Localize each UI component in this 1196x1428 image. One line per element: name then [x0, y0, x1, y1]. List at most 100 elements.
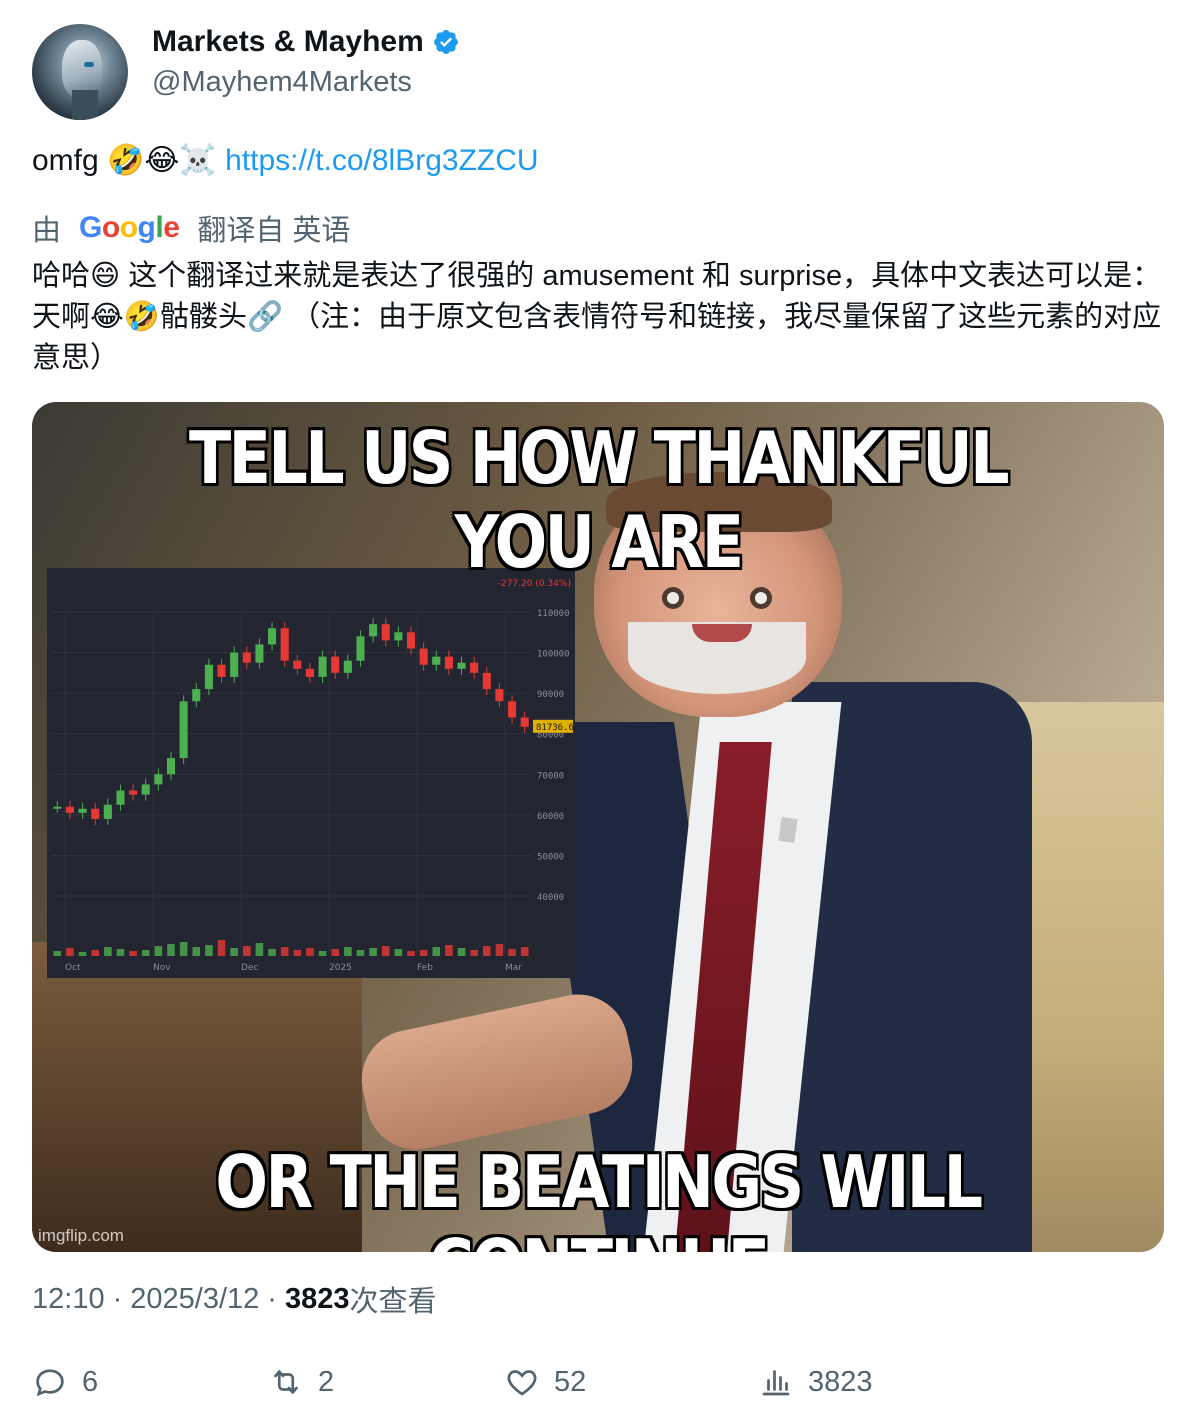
handle[interactable]: @Mayhem4Markets: [152, 66, 412, 99]
tweet-time[interactable]: 12:10: [32, 1283, 105, 1316]
volume-bar: [154, 946, 163, 956]
verified-badge-icon: [433, 30, 458, 54]
views-action-count: 3823: [808, 1365, 873, 1398]
watermark: imgflip.com: [38, 1226, 124, 1245]
tweet-body: omfg 🤣😂☠️: [32, 144, 217, 177]
volume-bar: [243, 946, 251, 956]
candle: [508, 701, 517, 718]
x-tick-label: Feb: [417, 963, 433, 973]
repost-icon: [274, 1370, 298, 1394]
translated-suffix: 翻译自 英语: [197, 215, 351, 247]
repost-count: 2: [318, 1365, 335, 1398]
tweet-link[interactable]: https://t.co/8lBrg3ZZCU: [225, 144, 538, 177]
action-bar: 6 2 52 3823: [32, 1360, 1162, 1404]
volume-bar: [78, 952, 87, 956]
candle: [116, 790, 125, 805]
volume-bar: [53, 951, 62, 956]
views-count: 3823: [284, 1282, 350, 1315]
reply-icon: [36, 1369, 64, 1397]
meme-top-text: TELL US HOW THANKFUL YOU ARE: [189, 416, 1010, 584]
volume-bar: [293, 950, 302, 956]
display-name[interactable]: Markets & Mayhem: [152, 25, 424, 59]
volume-bar: [508, 949, 516, 956]
candle: [394, 632, 403, 641]
candle: [305, 668, 314, 677]
translation-text: 哈哈😄 这个翻译过来就是表达了很强的 amusement 和 surprise，…: [32, 260, 1162, 374]
x-tick-label: Oct: [65, 963, 81, 973]
candle: [91, 808, 100, 819]
volume-bar: [483, 946, 491, 956]
candle: [230, 652, 239, 677]
avatar[interactable]: [32, 24, 128, 120]
candle: [242, 652, 251, 663]
candle: [318, 656, 327, 677]
y-tick-label: 110000: [537, 609, 570, 619]
candle: [103, 804, 112, 819]
tweet-date[interactable]: 2025/3/12: [130, 1283, 259, 1316]
like-count: 52: [554, 1365, 587, 1398]
volume-bar: [344, 947, 352, 956]
candle: [356, 636, 365, 661]
repost-button[interactable]: 2: [268, 1360, 334, 1404]
volume-bar: [394, 949, 403, 956]
volume-bar: [129, 951, 137, 956]
candle: [129, 790, 138, 795]
meta-separator: ·: [267, 1282, 277, 1315]
volume-bar: [445, 945, 453, 956]
views-button[interactable]: 3823: [758, 1360, 873, 1404]
candle: [495, 689, 504, 702]
reply-button[interactable]: 6: [32, 1360, 98, 1404]
volume-bar: [318, 951, 327, 956]
candle: [406, 632, 416, 649]
candle: [255, 644, 264, 663]
tweet-media-image[interactable]: 110000 100000 90000 80000 70000 60000 50000 400…: [32, 402, 1164, 1252]
candle: [268, 628, 277, 645]
candle: [53, 806, 62, 809]
volume-bar: [495, 944, 504, 956]
like-button[interactable]: 52: [504, 1360, 586, 1404]
y-tick-label: 90000: [537, 690, 564, 700]
candle: [293, 660, 302, 669]
volume-bar: [141, 950, 150, 956]
price-chart: 110000 100000 90000 80000 70000 60000 50000 400…: [47, 568, 575, 978]
avatar-neck: [72, 90, 98, 120]
volume-bar: [205, 945, 213, 956]
volume-bar: [419, 950, 428, 956]
candle: [343, 660, 352, 673]
volume-bar: [179, 942, 188, 956]
volume-bar: [217, 940, 226, 956]
volume-bar: [369, 948, 377, 956]
candle: [217, 664, 226, 677]
google-logo: Google: [79, 211, 180, 244]
translated-by: 由 Google 翻译自 英语: [32, 208, 350, 248]
candle: [179, 701, 188, 759]
candle: [280, 628, 289, 661]
price-chart-svg: 1100001000009000080000700006000050000400…: [51, 579, 574, 973]
tweet-header: Markets & Mayhem @Mayhem4Markets: [32, 24, 1162, 120]
candle: [419, 648, 428, 665]
y-tick-label: 40000: [537, 893, 564, 903]
volume-bar: [457, 948, 466, 956]
candle: [331, 656, 340, 673]
candle: [482, 672, 491, 690]
candle: [192, 689, 201, 702]
candle: [204, 664, 213, 690]
volume-bar: [268, 949, 276, 956]
name-row: Markets & Mayhem: [152, 24, 460, 60]
candle: [65, 806, 74, 813]
eye-left: [662, 587, 684, 609]
meta-separator: ·: [112, 1282, 123, 1315]
meme-bottom-text: OR THE BEATINGS WILL CONTINUE: [215, 1140, 983, 1252]
volume-bar: [116, 949, 125, 956]
y-tick-label: 50000: [537, 852, 564, 862]
x-tick-label: Mar: [505, 963, 522, 973]
volume-bar: [104, 947, 112, 956]
tweet-text: omfg 🤣😂☠️ https://t.co/8lBrg3ZZCU: [32, 142, 539, 180]
y-tick-label: 100000: [537, 650, 570, 660]
candle: [141, 784, 150, 795]
candle: [444, 656, 453, 669]
heart-icon: [507, 1370, 537, 1396]
candle: [154, 774, 163, 785]
current-price-label: 81736.6: [536, 723, 574, 733]
volume-bar: [230, 948, 238, 956]
